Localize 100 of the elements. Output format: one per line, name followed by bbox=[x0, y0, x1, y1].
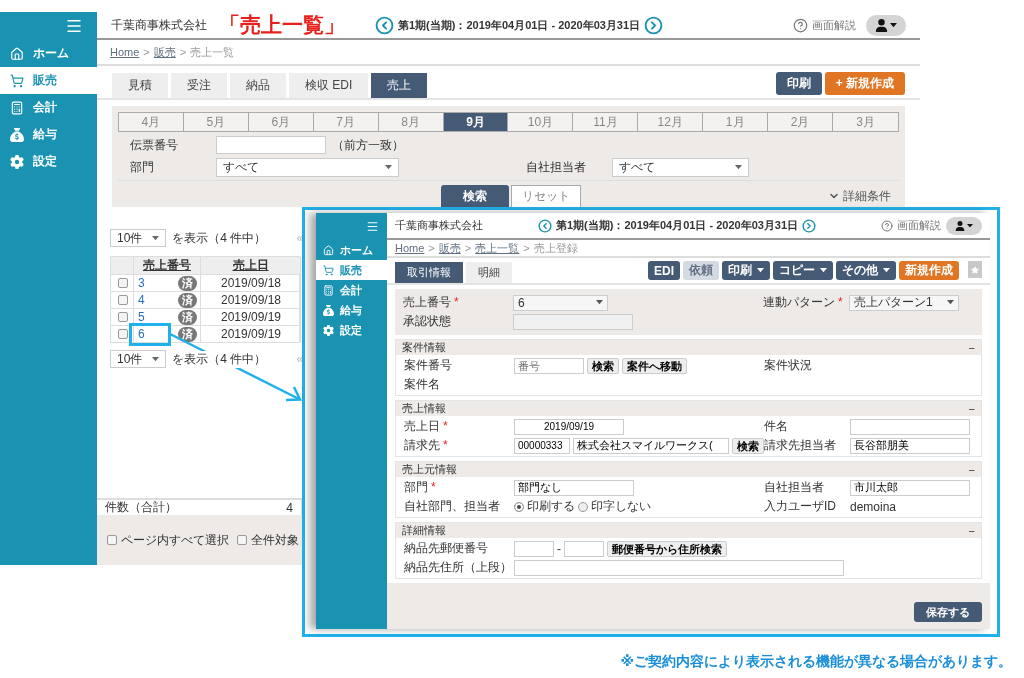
checkbox[interactable] bbox=[107, 535, 117, 545]
input-field[interactable]: 長谷部朋美 bbox=[850, 437, 970, 454]
money-bag-icon bbox=[10, 127, 24, 142]
input-field[interactable] bbox=[514, 540, 554, 557]
section-title: 売上元情報 bbox=[402, 462, 457, 477]
tab[interactable]: 受注 bbox=[171, 73, 227, 98]
sales-number-link[interactable]: 5 bbox=[138, 310, 145, 324]
sales-number-link[interactable]: 4 bbox=[138, 293, 145, 307]
checkbox[interactable] bbox=[117, 329, 128, 339]
sales-number-link[interactable]: 3 bbox=[138, 276, 145, 290]
breadcrumb-separator: > bbox=[523, 242, 530, 254]
sales-number-link[interactable]: 6 bbox=[138, 327, 145, 341]
collapse-toggle[interactable]: − bbox=[968, 463, 975, 476]
current-page-label: 売上一覧 bbox=[190, 44, 235, 60]
input-field[interactable] bbox=[564, 540, 604, 557]
date-field[interactable]: 2019/09/19 bbox=[514, 418, 624, 435]
action-button[interactable]: その他 bbox=[836, 261, 896, 280]
action-button[interactable]: 印刷 bbox=[775, 72, 822, 95]
calculator-icon bbox=[323, 284, 334, 296]
radio-button[interactable] bbox=[578, 501, 588, 512]
menu-icon[interactable] bbox=[65, 17, 83, 35]
gear-icon bbox=[323, 324, 334, 336]
tab[interactable]: 明細 bbox=[466, 262, 512, 283]
table-cell: 2019/09/19 bbox=[201, 308, 301, 325]
user-menu[interactable] bbox=[866, 14, 906, 36]
cart-icon bbox=[323, 264, 334, 276]
month-tab[interactable]: 9月 bbox=[443, 113, 509, 131]
caret-icon bbox=[596, 300, 603, 305]
input-field[interactable]: 株式会社スマイルワークス( bbox=[573, 437, 729, 454]
checkbox[interactable] bbox=[117, 312, 128, 322]
help-link[interactable]: 画面解説 bbox=[793, 17, 856, 33]
help-link[interactable]: 画面解説 bbox=[881, 218, 941, 233]
tab[interactable]: 取引情報 bbox=[395, 262, 463, 283]
menu-icon[interactable] bbox=[366, 220, 379, 233]
field-label: 納品先郵便番号 bbox=[404, 540, 489, 557]
input-field[interactable] bbox=[514, 559, 844, 576]
small-button[interactable]: 郵便番号から住所検索 bbox=[607, 540, 727, 557]
field-label: 承認状態 bbox=[403, 313, 452, 330]
collapse-toggle[interactable]: − bbox=[968, 524, 975, 537]
code-field[interactable]: 00000333 bbox=[514, 437, 570, 454]
save-button[interactable]: 保存する bbox=[914, 602, 982, 622]
breadcrumb-link[interactable]: 売上一覧 bbox=[475, 240, 520, 256]
tab[interactable]: 売上 bbox=[371, 73, 428, 98]
column-header[interactable]: 売上日 bbox=[201, 257, 301, 274]
radio-button[interactable] bbox=[514, 501, 524, 512]
search-button[interactable]: 検索 bbox=[441, 185, 509, 207]
action-button[interactable]: 印刷 bbox=[722, 261, 770, 280]
small-button[interactable]: 検索 bbox=[587, 357, 619, 374]
breadcrumb-link[interactable]: 販売 bbox=[153, 44, 176, 60]
more-conditions-link[interactable]: 詳細条件 bbox=[828, 187, 891, 205]
user-icon bbox=[955, 220, 965, 231]
collapse-toggle[interactable]: − bbox=[968, 402, 975, 415]
field-label: 部門 bbox=[130, 158, 155, 176]
caret-icon bbox=[947, 300, 954, 305]
sidebar-item[interactable]: 販売 bbox=[0, 67, 97, 94]
field-label: 案件名 bbox=[404, 376, 441, 393]
per-page-select[interactable]: 10件 bbox=[110, 350, 167, 368]
action-button[interactable]: コピー bbox=[773, 261, 833, 280]
small-button[interactable]: 検索 bbox=[732, 437, 764, 454]
breadcrumb-link[interactable]: Home bbox=[395, 242, 425, 254]
checkbox[interactable] bbox=[117, 295, 128, 305]
small-button[interactable]: 案件へ移動 bbox=[622, 357, 687, 374]
checkbox[interactable] bbox=[237, 535, 247, 545]
tab[interactable]: 検収 EDI bbox=[289, 73, 369, 98]
field-label: 案件状況 bbox=[764, 357, 813, 374]
collapse-toggle[interactable]: − bbox=[968, 341, 975, 354]
input-field[interactable]: 部門なし bbox=[514, 479, 634, 496]
field-label: 入力ユーザID bbox=[764, 498, 837, 515]
next-period-icon[interactable] bbox=[802, 218, 817, 233]
checkbox[interactable] bbox=[117, 278, 128, 288]
section-title: 詳細情報 bbox=[402, 523, 446, 538]
user-menu[interactable] bbox=[946, 216, 982, 235]
input-field[interactable]: 番号 bbox=[514, 357, 584, 374]
current-page-label: 売上登録 bbox=[533, 240, 578, 256]
select-field[interactable]: すべて bbox=[612, 157, 749, 177]
calculator-icon bbox=[10, 100, 24, 115]
select-field[interactable]: 売上パターン1 bbox=[849, 294, 959, 311]
select-field[interactable]: すべて bbox=[216, 157, 399, 177]
next-period-icon[interactable] bbox=[644, 15, 664, 35]
tab[interactable]: 納品 bbox=[230, 73, 286, 98]
column-header[interactable]: 売上番号 bbox=[134, 257, 201, 274]
previous-period-icon[interactable] bbox=[538, 218, 552, 233]
breadcrumb-separator: > bbox=[428, 242, 435, 254]
reset-button[interactable]: リセット bbox=[511, 185, 581, 207]
select-field[interactable]: 6 bbox=[513, 294, 608, 311]
slip-number-field[interactable] bbox=[216, 136, 326, 154]
tab[interactable]: 見積 bbox=[112, 73, 168, 98]
input-field[interactable]: 市川太郎 bbox=[850, 479, 970, 496]
field-label: 売上日 * bbox=[404, 418, 449, 435]
breadcrumb-link[interactable]: 販売 bbox=[438, 240, 461, 256]
table-cell: 2019/09/18 bbox=[201, 274, 301, 291]
bookmark-icon[interactable] bbox=[968, 261, 982, 278]
per-page-select[interactable]: 10件 bbox=[110, 229, 167, 247]
sidebar-item[interactable]: 販売 bbox=[316, 260, 387, 280]
previous-period-icon[interactable] bbox=[375, 15, 394, 35]
field-label: 自社担当者 bbox=[526, 158, 587, 176]
caret-icon bbox=[820, 268, 827, 273]
action-button[interactable]: EDI bbox=[648, 261, 680, 280]
breadcrumb-link[interactable]: Home bbox=[110, 46, 140, 58]
input-field[interactable] bbox=[850, 418, 970, 435]
